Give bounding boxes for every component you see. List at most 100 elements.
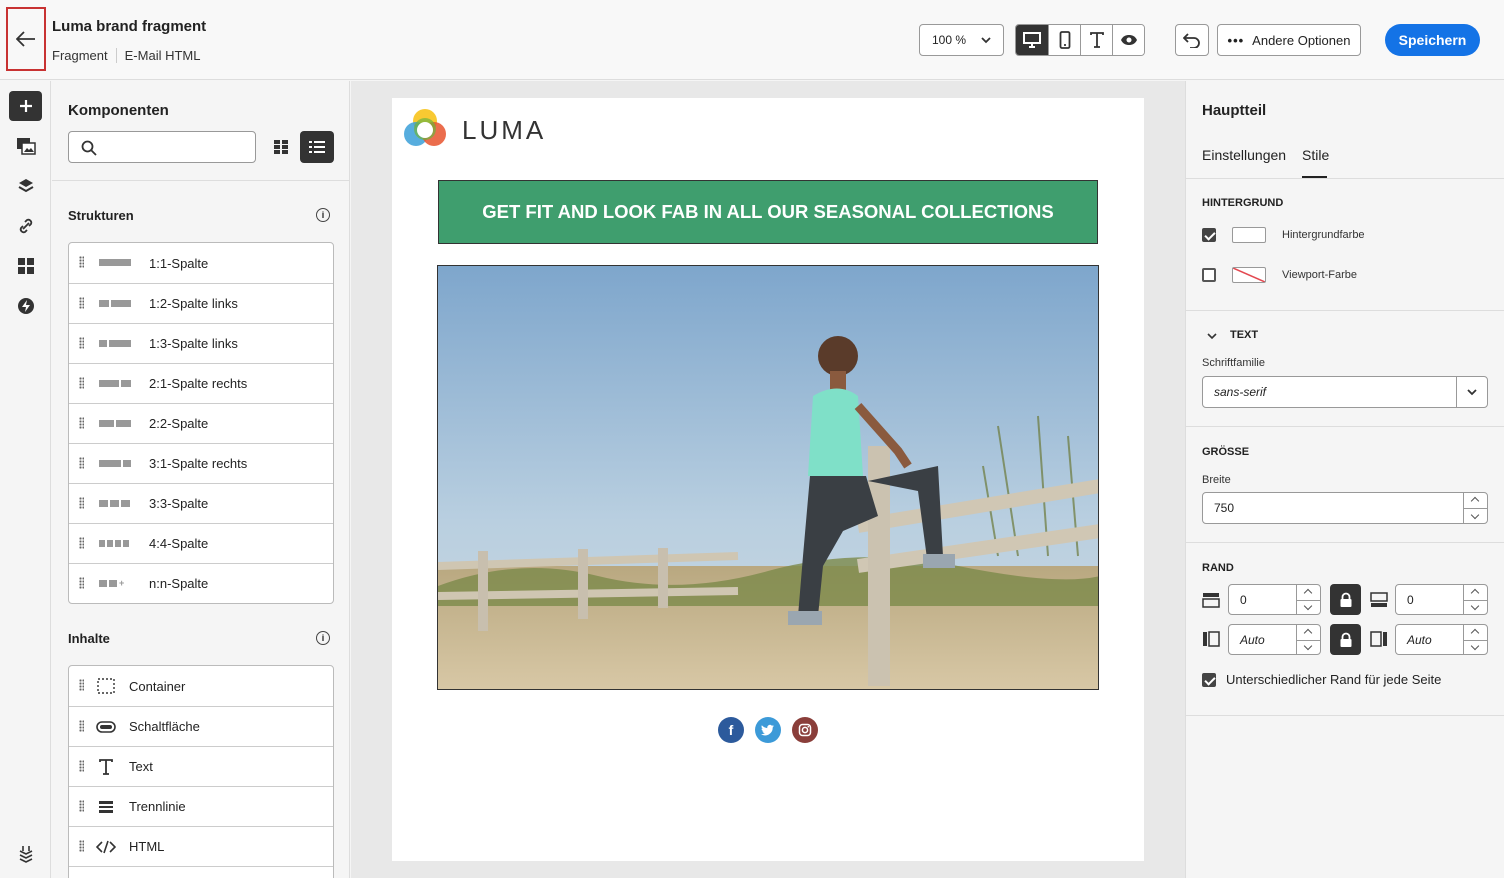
viewport-color-swatch[interactable] (1232, 267, 1266, 283)
drag-handle-icon[interactable] (79, 457, 84, 469)
list-item[interactable]: 2:2-Spalte (69, 403, 333, 443)
facebook-icon[interactable]: f (718, 717, 744, 743)
contents-heading: Inhalte (68, 631, 110, 646)
zoom-value: 100 % (932, 33, 967, 47)
arrow-left-icon (16, 31, 35, 47)
undo-button[interactable] (1175, 24, 1209, 56)
dynamic-content-button[interactable] (9, 291, 42, 321)
margin-right-stepper[interactable] (1463, 625, 1488, 654)
different-margin-checkbox[interactable] (1202, 673, 1216, 687)
device-toggle-group (1015, 24, 1145, 56)
margin-right-icon (1370, 631, 1387, 647)
back-button[interactable] (6, 7, 46, 71)
text-heading: TEXT (1230, 329, 1259, 341)
search-input[interactable] (68, 131, 256, 163)
margin-left-stepper[interactable] (1296, 625, 1321, 654)
list-item-label: 3:3-Spalte (149, 496, 209, 511)
list-item[interactable]: 1:3-Spalte links (69, 323, 333, 363)
margin-top-stepper[interactable] (1296, 585, 1321, 614)
drag-handle-icon[interactable] (79, 256, 84, 268)
lock-horizontal-button[interactable] (1330, 624, 1361, 655)
list-item[interactable]: Schaltfläche (69, 706, 333, 746)
drag-handle-icon[interactable] (79, 760, 84, 772)
fragments-icon (17, 258, 34, 274)
editor-canvas: LUMA GET FIT AND LOOK FAB IN ALL OUR SEA… (351, 81, 1185, 878)
desktop-icon (1023, 32, 1041, 48)
chevron-down-icon[interactable] (1206, 329, 1218, 344)
logo-text: LUMA (462, 114, 547, 145)
layers-icon (18, 179, 33, 193)
list-item[interactable]: 4:4-Spalte (69, 523, 333, 563)
list-item[interactable]: 2:1-Spalte rechts (69, 363, 333, 403)
background-heading: HINTERGRUND (1202, 197, 1284, 209)
lock-vertical-button[interactable] (1330, 584, 1361, 615)
drag-handle-icon[interactable] (79, 417, 84, 429)
panel-title: Hauptteil (1202, 102, 1267, 119)
drag-handle-icon[interactable] (79, 577, 84, 589)
list-item-label: 3:1-Spalte rechts (149, 456, 248, 471)
lock-icon (1340, 592, 1351, 607)
info-icon[interactable]: i (316, 631, 330, 645)
layers-button[interactable] (9, 171, 42, 201)
instagram-icon[interactable] (792, 717, 818, 743)
text-view-button[interactable] (1080, 25, 1112, 55)
grid-view-button[interactable] (264, 131, 298, 163)
fragments-button[interactable] (9, 251, 42, 281)
links-button[interactable] (9, 211, 42, 241)
promo-banner[interactable]: GET FIT AND LOOK FAB IN ALL OUR SEASONAL… (438, 180, 1098, 244)
assets-button[interactable] (9, 131, 42, 161)
list-item[interactable] (69, 866, 333, 878)
list-item-label: 2:1-Spalte rechts (149, 376, 248, 391)
drag-handle-icon[interactable] (79, 377, 84, 389)
background-color-checkbox[interactable] (1202, 228, 1216, 242)
width-input[interactable]: 750 (1202, 492, 1488, 524)
drag-handle-icon[interactable] (79, 537, 84, 549)
save-button[interactable]: Speichern (1385, 24, 1480, 56)
drag-handle-icon[interactable] (79, 720, 84, 732)
width-value: 750 (1214, 501, 1235, 515)
tab-styles[interactable]: Stile (1302, 147, 1329, 163)
drag-handle-icon[interactable] (79, 800, 84, 812)
margin-bottom-input[interactable]: 0 (1395, 584, 1488, 615)
width-stepper[interactable] (1463, 493, 1488, 523)
viewport-color-checkbox[interactable] (1202, 268, 1216, 282)
list-item[interactable]: + n:n-Spalte (69, 563, 333, 603)
more-options-button[interactable]: ••• Andere Optionen (1217, 24, 1361, 56)
list-item[interactable]: Text (69, 746, 333, 786)
list-item[interactable]: HTML (69, 826, 333, 866)
list-item[interactable]: 3:3-Spalte (69, 483, 333, 523)
images-icon (16, 138, 36, 155)
desktop-view-button[interactable] (1016, 25, 1048, 55)
list-item[interactable]: 3:1-Spalte rechts (69, 443, 333, 483)
drag-handle-icon[interactable] (79, 497, 84, 509)
list-view-button[interactable] (300, 131, 334, 163)
column-layout-icon (99, 380, 131, 387)
zoom-select[interactable]: 100 % (919, 24, 1004, 56)
hero-image[interactable] (437, 265, 1099, 690)
background-color-label: Hintergrundfarbe (1282, 229, 1365, 241)
list-item[interactable]: Container (69, 666, 333, 706)
settings-layers-button[interactable] (9, 839, 42, 869)
margin-right-input[interactable]: Auto (1395, 624, 1488, 655)
margin-bottom-stepper[interactable] (1463, 585, 1488, 614)
add-components-button[interactable] (9, 91, 42, 121)
divider-icon (96, 798, 116, 816)
list-item[interactable]: 1:1-Spalte (69, 243, 333, 283)
tab-settings[interactable]: Einstellungen (1202, 147, 1286, 163)
drag-handle-icon[interactable] (79, 297, 84, 309)
drag-handle-icon[interactable] (79, 679, 84, 691)
background-color-swatch[interactable] (1232, 227, 1266, 243)
margin-left-input[interactable]: Auto (1228, 624, 1321, 655)
list-item[interactable]: Trennlinie (69, 786, 333, 826)
drag-handle-icon[interactable] (79, 840, 84, 852)
email-body[interactable]: LUMA GET FIT AND LOOK FAB IN ALL OUR SEA… (392, 98, 1144, 861)
preview-button[interactable] (1112, 25, 1144, 55)
margin-top-input[interactable]: 0 (1228, 584, 1321, 615)
mobile-view-button[interactable] (1048, 25, 1080, 55)
luma-logo[interactable]: LUMA (402, 107, 546, 153)
info-icon[interactable]: i (316, 208, 330, 222)
twitter-icon[interactable] (755, 717, 781, 743)
list-item[interactable]: 1:2-Spalte links (69, 283, 333, 323)
font-family-select[interactable]: sans-serif (1202, 376, 1488, 408)
drag-handle-icon[interactable] (79, 337, 84, 349)
